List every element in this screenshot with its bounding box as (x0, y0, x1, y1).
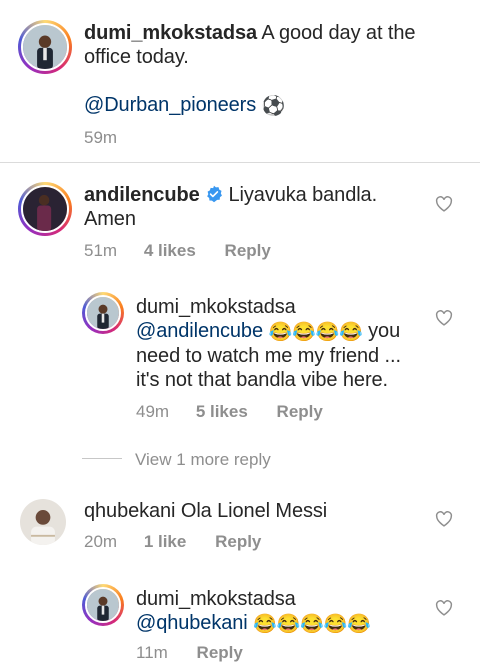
reply-button[interactable]: Reply (215, 532, 261, 551)
reply-likes[interactable]: 5 likes (196, 402, 248, 421)
avatar[interactable] (18, 20, 72, 74)
reply-time: 11m (136, 643, 168, 662)
caption-mention[interactable]: @Durban_pioneers (84, 94, 256, 116)
reply-button[interactable]: Reply (225, 241, 271, 260)
heart-icon[interactable] (435, 310, 453, 326)
laughing-emoji-icon: 😂😂😂😂😂 (253, 614, 371, 635)
reply-button[interactable]: Reply (277, 402, 323, 421)
heart-icon[interactable] (435, 196, 453, 212)
caption-mention-line: @Durban_pioneers ⚽ (84, 94, 285, 117)
comment-likes[interactable]: 1 like (144, 532, 187, 551)
comment-text-line2: Amen (84, 208, 136, 230)
avatar[interactable] (82, 292, 124, 334)
reply-line1: @andilencube 😂😂😂😂 you (136, 320, 400, 343)
reply-button[interactable]: Reply (197, 643, 243, 662)
comment-username[interactable]: andilencube (84, 184, 200, 206)
caption-line2: office today. (84, 46, 189, 68)
caption-username[interactable]: dumi_mkokstadsa (84, 22, 257, 44)
comment-text: Liyavuka bandla. (228, 184, 378, 206)
caption-text: A good day at the (261, 22, 416, 44)
comment-username[interactable]: qhubekani (84, 500, 176, 522)
verified-badge-icon (205, 185, 223, 203)
comment-text: Ola Lionel Messi (180, 500, 328, 522)
comment-time: 20m (84, 532, 118, 551)
comment-meta: 20m 1 like Reply (84, 532, 261, 552)
soccer-ball-icon: ⚽ (261, 96, 286, 117)
comment-line1: andilencube Liyavuka bandla. (84, 184, 377, 207)
reply-meta: 49m 5 likes Reply (136, 402, 323, 422)
caption-divider (0, 162, 480, 163)
avatar[interactable] (18, 182, 72, 236)
comment-likes[interactable]: 4 likes (144, 241, 196, 260)
caption-time: 59m (84, 128, 118, 147)
view-replies-line (82, 458, 122, 459)
view-more-replies-button[interactable]: View 1 more reply (135, 450, 271, 470)
reply-time: 49m (136, 402, 170, 421)
reply-text-line3: it's not that bandla vibe here. (136, 369, 388, 391)
reply-mention[interactable]: @qhubekani (136, 612, 248, 634)
heart-icon[interactable] (435, 600, 453, 616)
comment-meta: 51m 4 likes Reply (84, 241, 271, 261)
reply-mention[interactable]: @andilencube (136, 320, 263, 342)
caption-line1: dumi_mkokstadsa A good day at the (84, 22, 415, 45)
laughing-emoji-icon: 😂😂😂😂 (268, 322, 363, 343)
heart-icon[interactable] (435, 511, 453, 527)
avatar[interactable] (20, 499, 66, 545)
reply-line1: @qhubekani 😂😂😂😂😂 (136, 612, 371, 635)
avatar[interactable] (82, 584, 124, 626)
reply-meta: 11m Reply (136, 643, 243, 663)
reply-username[interactable]: dumi_mkokstadsa (136, 296, 296, 319)
reply-username[interactable]: dumi_mkokstadsa (136, 588, 296, 611)
comment-time: 51m (84, 241, 118, 260)
comment-line1: qhubekani Ola Lionel Messi (84, 500, 327, 523)
reply-text-line2: need to watch me my friend ... (136, 345, 401, 367)
reply-text: you (368, 320, 401, 342)
